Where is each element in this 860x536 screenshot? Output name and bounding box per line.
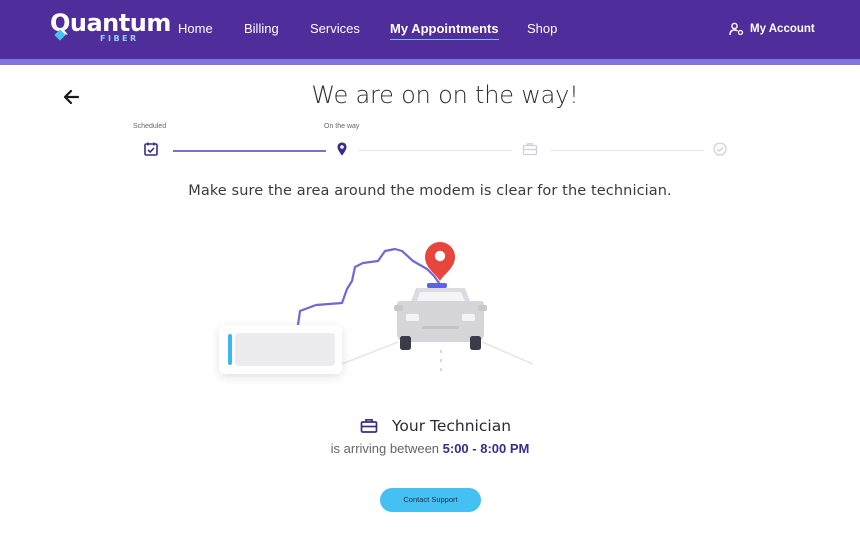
contact-support-button[interactable]: Contact Support: [380, 488, 481, 512]
progress-line-pending: [550, 150, 704, 151]
my-account-label: My Account: [750, 23, 815, 35]
location-pin-icon: [425, 242, 455, 281]
user-settings-icon: [729, 22, 744, 36]
logo-tagline: FIBER: [100, 34, 139, 43]
nav-my-appointments[interactable]: My Appointments: [390, 21, 499, 40]
progress-line-complete: [173, 150, 326, 152]
progress-line-pending: [358, 150, 512, 151]
map-pin-icon: [337, 142, 347, 156]
step-label-on-the-way: On the way: [324, 123, 360, 130]
technician-details-redacted: [235, 333, 335, 366]
arrival-window-text: is arriving between 5:00 - 8:00 PM: [0, 441, 860, 457]
header-accent-stripe: [0, 59, 860, 65]
calendar-check-icon: [144, 142, 158, 156]
technician-info-card: [219, 325, 342, 374]
nav-shop[interactable]: Shop: [527, 21, 557, 37]
step-label-scheduled: Scheduled: [133, 123, 167, 130]
nav-home[interactable]: Home: [178, 21, 213, 37]
technician-en-route-illustration: [296, 242, 534, 375]
arrival-time-window: 5:00 - 8:00 PM: [442, 441, 530, 456]
toolbox-icon: [522, 143, 538, 156]
technician-title: Your Technician: [392, 417, 512, 435]
quantum-fiber-logo[interactable]: Quantum FIBER: [50, 9, 171, 45]
my-account-link[interactable]: My Account: [729, 20, 815, 38]
road-lines: [341, 341, 534, 375]
page-title: We are on on the way!: [311, 81, 579, 109]
nav-services[interactable]: Services: [310, 21, 360, 37]
card-accent-bar: [228, 334, 232, 365]
toolbox-icon: [360, 418, 378, 433]
logo-wordmark: Quantum: [50, 9, 171, 37]
arrival-prefix: is arriving between: [330, 441, 443, 456]
nav-billing[interactable]: Billing: [244, 21, 279, 37]
service-van-icon: [394, 283, 487, 350]
instruction-text: Make sure the area around the modem is c…: [188, 183, 672, 199]
check-circle-icon: [713, 142, 727, 156]
technician-heading: Your Technician: [360, 415, 511, 437]
